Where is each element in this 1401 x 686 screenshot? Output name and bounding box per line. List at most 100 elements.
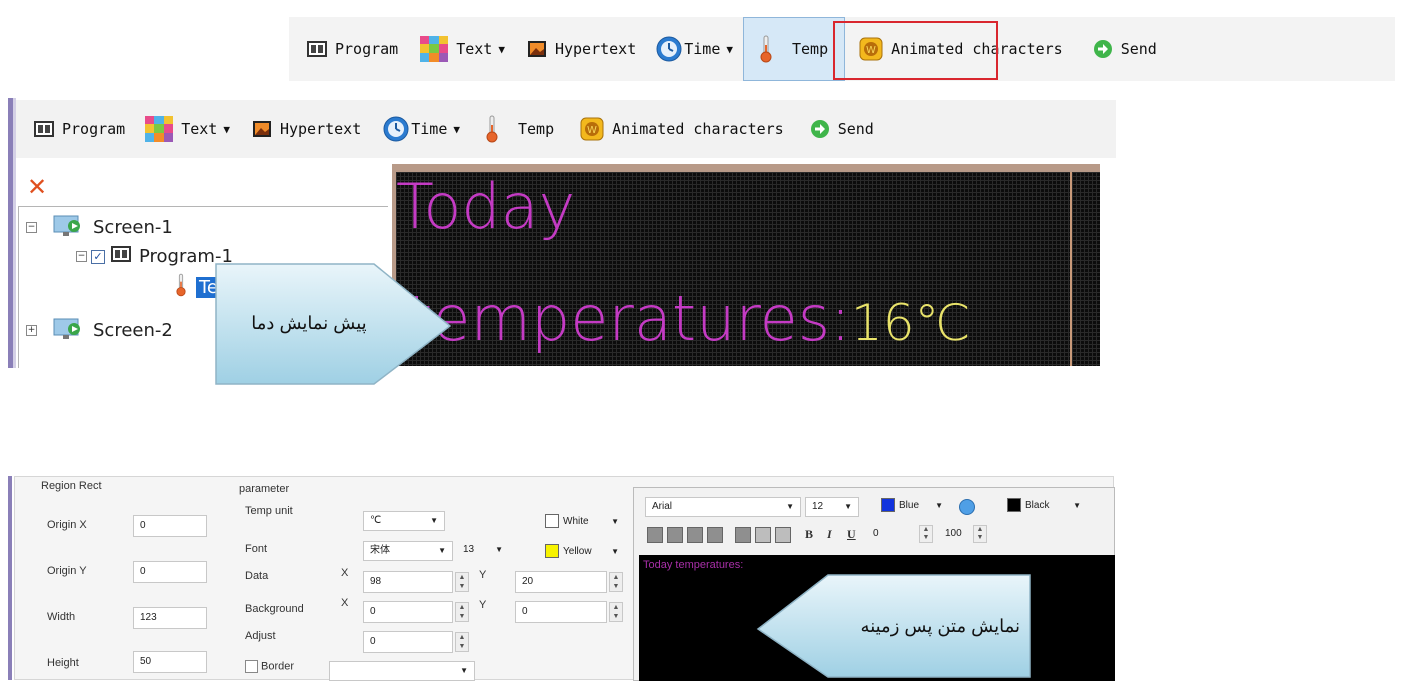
origin-y-input[interactable]: 0 <box>133 561 207 583</box>
origin-y-label: Origin Y <box>47 565 87 577</box>
font-size-select[interactable]: 13 ▼ <box>457 541 509 561</box>
valign-middle-button[interactable] <box>755 527 771 543</box>
toolbar-program-label: Program <box>335 40 399 58</box>
font-select[interactable]: 宋体 ▼ <box>363 541 453 561</box>
origin-x-label: Origin X <box>47 519 87 531</box>
valign-bottom-button[interactable] <box>775 527 791 543</box>
bg-x-spinner[interactable]: ▲ ▼ <box>455 602 469 622</box>
mid-animated-button[interactable]: W Animated characters <box>580 100 784 158</box>
origin-x-input[interactable]: 0 <box>133 515 207 537</box>
refresh-icon[interactable] <box>959 499 975 515</box>
collapse-icon[interactable]: − <box>26 222 37 233</box>
mid-send-button[interactable]: Send <box>810 100 874 158</box>
adjust-label: Adjust <box>245 630 276 642</box>
chevron-down-icon: ▼ <box>844 502 852 511</box>
toolbar-program-button[interactable]: Program <box>307 17 398 81</box>
tree-node-program-1[interactable]: − ✓ Program-1 <box>76 245 233 268</box>
background-label: Background <box>245 603 304 615</box>
bg-x-input[interactable]: 0 <box>363 601 453 623</box>
bg-y-input[interactable]: 0 <box>515 601 607 623</box>
parameter-title: parameter <box>239 483 290 495</box>
color1-select[interactable]: White ▼ <box>539 513 625 533</box>
preview-callout-label: پیش نمایش دما <box>251 313 367 333</box>
screen-icon <box>53 315 83 346</box>
expand-icon[interactable]: + <box>26 325 37 336</box>
editor-font-value: Arial <box>652 501 673 512</box>
animated-characters-icon: W <box>580 117 604 141</box>
adjust-input[interactable]: 0 <box>363 631 453 653</box>
toolbar-temp-button[interactable]: Temp <box>743 17 846 81</box>
height-input[interactable]: 50 <box>133 651 207 673</box>
mid-program-label: Program <box>62 120 126 138</box>
align-justify-button[interactable] <box>707 527 723 543</box>
mid-program-button[interactable]: Program <box>34 100 125 158</box>
bold-button[interactable]: B <box>805 527 813 542</box>
toolbar-text-button[interactable]: Text ▼ <box>420 17 505 81</box>
toolbar-hypertext-button[interactable]: Hypertext <box>527 17 636 81</box>
bg-y-spinner[interactable]: ▲ ▼ <box>609 602 623 622</box>
tree-node-screen-2[interactable]: + Screen-2 <box>26 315 173 346</box>
align-center-button[interactable] <box>667 527 683 543</box>
preview-line-2: temperatures:16℃ <box>408 284 971 366</box>
collapse-icon[interactable]: − <box>76 251 87 262</box>
align-right-button[interactable] <box>687 527 703 543</box>
scale-input[interactable]: 100 <box>939 525 975 543</box>
underline-button[interactable]: U <box>847 527 856 542</box>
yellow-swatch <box>545 544 559 559</box>
chevron-down-icon: ▼ <box>453 122 460 136</box>
border-select[interactable]: ▼ <box>329 661 475 681</box>
mid-hypertext-label: Hypertext <box>279 120 362 138</box>
toolbar-send-label: Send <box>1120 40 1157 58</box>
editor-font-select[interactable]: Arial ▼ <box>645 497 801 517</box>
toolbar-hypertext-label: Hypertext <box>554 40 637 58</box>
chevron-down-icon: ▼ <box>460 666 468 675</box>
editor-fg-value: Blue <box>899 500 920 511</box>
mid-temp-label: Temp <box>518 120 555 138</box>
mid-text-button[interactable]: Text ▼ <box>145 100 230 158</box>
tree-label-screen-2: Screen-2 <box>93 320 173 341</box>
editor-fg-color-select[interactable]: Blue ▼ <box>875 497 949 517</box>
color2-select[interactable]: Yellow ▼ <box>539 543 625 563</box>
adjust-spinner[interactable]: ▲ ▼ <box>455 632 469 652</box>
toolbar-time-button[interactable]: Time ▼ <box>656 17 733 81</box>
scale-spinner[interactable]: ▲ ▼ <box>973 525 987 543</box>
font-value: 宋体 <box>370 545 390 556</box>
bg-x-label: X <box>341 597 349 609</box>
editor-size-select[interactable]: 12 ▼ <box>805 497 859 517</box>
tree-label-screen-1: Screen-1 <box>93 217 173 238</box>
chevron-down-icon: ▼ <box>430 516 438 525</box>
enabled-checkbox[interactable]: ✓ <box>91 249 105 264</box>
toolbar-send-button[interactable]: Send <box>1093 17 1157 81</box>
editor-text: Today temperatures: <box>643 559 744 571</box>
editor-bg-color-select[interactable]: Black ▼ <box>1001 497 1087 517</box>
data-x-input[interactable]: 98 <box>363 571 453 593</box>
data-y-input[interactable]: 20 <box>515 571 607 593</box>
border-checkbox[interactable] <box>245 660 258 673</box>
hypertext-icon <box>252 119 272 139</box>
temp-unit-select[interactable]: ℃ ▼ <box>363 511 445 531</box>
valign-top-button[interactable] <box>735 527 751 543</box>
temp-unit-value: ℃ <box>370 515 382 526</box>
align-left-button[interactable] <box>647 527 663 543</box>
white-swatch <box>545 514 559 529</box>
delete-icon[interactable]: ✕ <box>27 175 47 199</box>
data-y-spinner[interactable]: ▲ ▼ <box>609 572 623 592</box>
thermometer-icon <box>486 115 498 143</box>
border-label: Border <box>261 660 295 673</box>
text-icon <box>145 116 174 142</box>
mid-time-button[interactable]: Time ▼ <box>383 100 460 158</box>
width-input[interactable]: 123 <box>133 607 207 629</box>
italic-button[interactable]: I <box>827 527 832 542</box>
send-arrow-icon <box>1093 39 1113 59</box>
border-checkbox-row[interactable]: Border <box>245 660 294 673</box>
thermometer-icon <box>176 273 186 302</box>
tree-node-screen-1[interactable]: − Screen-1 <box>26 212 173 243</box>
toolbar-text-label: Text <box>456 40 493 58</box>
data-x-spinner[interactable]: ▲ ▼ <box>455 572 469 592</box>
preview-right-edge <box>1070 172 1072 366</box>
spacing-spinner[interactable]: ▲ ▼ <box>919 525 933 543</box>
mid-temp-button[interactable]: Temp <box>486 100 554 158</box>
spacing-input[interactable]: 0 <box>867 525 917 543</box>
mid-hypertext-button[interactable]: Hypertext <box>252 100 361 158</box>
chevron-down-icon: ▼ <box>495 545 503 554</box>
